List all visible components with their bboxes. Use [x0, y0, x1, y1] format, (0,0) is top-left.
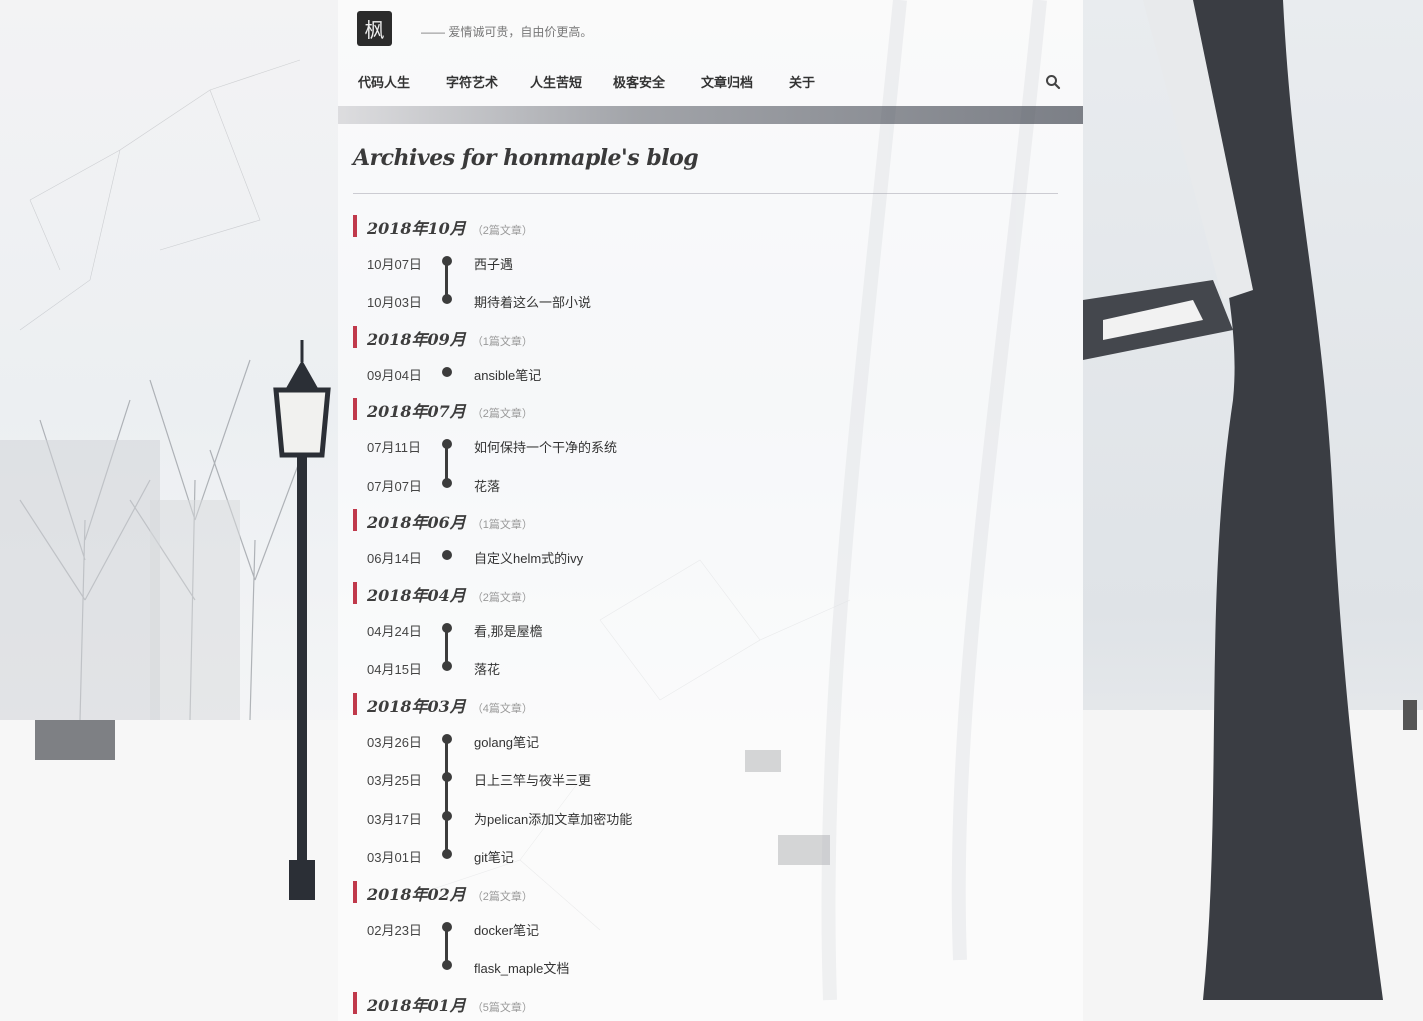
nav-item-char-art[interactable]: 字符艺术 — [446, 72, 530, 92]
month-title: 2018年02月 — [367, 885, 466, 904]
post-row: 07月11日 如何保持一个干净的系统 — [367, 437, 767, 457]
nav-item-code-life[interactable]: 代码人生 — [358, 72, 446, 92]
month-post-count: （5篇文章） — [471, 1002, 533, 1014]
nav-item-geek-security[interactable]: 极客安全 — [613, 72, 701, 92]
post-row: 03月25日 日上三竿与夜半三更 — [367, 770, 767, 790]
post-row: flask_maple文档 — [367, 958, 767, 978]
post-link[interactable]: 为pelican添加文章加密功能 — [474, 809, 632, 828]
post-date: 03月01日 — [367, 850, 422, 865]
post-row: 10月07日 西子遇 — [367, 254, 767, 274]
post-date: 04月15日 — [367, 662, 422, 677]
nav-item-about[interactable]: 关于 — [789, 72, 815, 92]
post-date: 06月14日 — [367, 551, 422, 566]
post-date: 09月04日 — [367, 368, 422, 383]
nav-divider-band — [338, 106, 1083, 124]
month-title: 2018年01月 — [367, 996, 466, 1015]
timeline-dot — [442, 772, 452, 782]
post-link[interactable]: golang笔记 — [474, 732, 539, 751]
post-link[interactable]: 落花 — [474, 659, 500, 678]
timeline-dot — [442, 960, 452, 970]
post-row: 07月07日 花落 — [367, 476, 767, 496]
post-date: 02月23日 — [367, 923, 422, 938]
month-title: 2018年06月 — [367, 513, 466, 532]
site-logo[interactable]: 枫 — [357, 11, 392, 46]
page-title: Archives for honmaple's blog — [353, 145, 699, 171]
post-link[interactable]: 西子遇 — [474, 254, 513, 273]
right-tree-panel — [1083, 0, 1423, 1021]
post-date: 07月11日 — [367, 440, 421, 455]
timeline-dot — [442, 623, 452, 633]
month-post-count: （4篇文章） — [471, 703, 533, 715]
post-row: 06月14日 自定义helm式的ivy — [367, 548, 767, 568]
site-tagline: —— 爱情诚可贵，自由价更高。 — [421, 25, 593, 39]
month-title: 2018年04月 — [367, 586, 466, 605]
timeline-dot — [442, 294, 452, 304]
post-link[interactable]: 自定义helm式的ivy — [474, 548, 583, 567]
timeline-dot — [442, 439, 452, 449]
timeline-dot — [442, 550, 452, 560]
post-date: 03月25日 — [367, 773, 422, 788]
month-heading: 2018年03月 （4篇文章） — [353, 693, 533, 716]
post-date: 10月03日 — [367, 295, 422, 310]
timeline-dot — [442, 734, 452, 744]
month-post-count: （2篇文章） — [471, 891, 533, 903]
post-row: 02月23日 docker笔记 — [367, 920, 767, 940]
post-row: 03月01日 git笔记 — [367, 847, 767, 867]
post-link[interactable]: flask_maple文档 — [474, 958, 569, 977]
post-link[interactable]: 日上三竿与夜半三更 — [474, 770, 591, 789]
month-title: 2018年10月 — [367, 219, 466, 238]
post-link[interactable]: docker笔记 — [474, 920, 539, 939]
post-row: 04月24日 看,那是屋檐 — [367, 621, 767, 641]
timeline-dot — [442, 849, 452, 859]
month-heading: 2018年02月 （2篇文章） — [353, 881, 533, 904]
main-nav: 代码人生 字符艺术 人生苦短 极客安全 文章归档 关于 — [358, 72, 815, 92]
month-title: 2018年09月 — [367, 330, 466, 349]
search-icon[interactable] — [1045, 74, 1061, 90]
post-link[interactable]: 期待着这么一部小说 — [474, 292, 591, 311]
month-heading: 2018年10月 （2篇文章） — [353, 215, 533, 238]
post-row: 10月03日 期待着这么一部小说 — [367, 292, 767, 312]
post-link[interactable]: 看,那是屋檐 — [474, 621, 543, 640]
timeline-dot — [442, 922, 452, 932]
post-date: 10月07日 — [367, 257, 422, 272]
month-post-count: （2篇文章） — [471, 225, 533, 237]
post-row: 03月17日 为pelican添加文章加密功能 — [367, 809, 767, 829]
post-row: 04月15日 落花 — [367, 659, 767, 679]
large-tree-trunk — [1083, 0, 1423, 1021]
post-link[interactable]: 如何保持一个干净的系统 — [474, 437, 617, 456]
nav-item-archives[interactable]: 文章归档 — [701, 72, 789, 92]
timeline-dot — [442, 478, 452, 488]
month-title: 2018年07月 — [367, 402, 466, 421]
logo-glyph: 枫 — [364, 18, 385, 42]
timeline-line — [445, 737, 448, 855]
post-date: 03月26日 — [367, 735, 422, 750]
month-heading: 2018年01月 （5篇文章） — [353, 992, 533, 1015]
post-date: 04月24日 — [367, 624, 422, 639]
post-link[interactable]: ansible笔记 — [474, 365, 541, 384]
month-post-count: （2篇文章） — [471, 408, 533, 420]
month-heading: 2018年09月 （1篇文章） — [353, 326, 533, 349]
month-post-count: （2篇文章） — [471, 592, 533, 604]
timeline-dot — [442, 661, 452, 671]
month-title: 2018年03月 — [367, 697, 466, 716]
timeline-dot — [442, 811, 452, 821]
month-post-count: （1篇文章） — [471, 336, 533, 348]
month-heading: 2018年04月 （2篇文章） — [353, 582, 533, 605]
nav-item-life-short[interactable]: 人生苦短 — [530, 72, 613, 92]
post-link[interactable]: git笔记 — [474, 847, 514, 866]
timeline-dot — [442, 256, 452, 266]
month-heading: 2018年07月 （2篇文章） — [353, 398, 533, 421]
post-date: 03月17日 — [367, 812, 422, 827]
post-row: 09月04日 ansible笔记 — [367, 365, 767, 385]
timeline-dot — [442, 367, 452, 377]
post-link[interactable]: 花落 — [474, 476, 500, 495]
title-divider — [353, 193, 1058, 194]
month-post-count: （1篇文章） — [471, 519, 533, 531]
month-heading: 2018年06月 （1篇文章） — [353, 509, 533, 532]
post-date: 07月07日 — [367, 479, 422, 494]
post-row: 03月26日 golang笔记 — [367, 732, 767, 752]
